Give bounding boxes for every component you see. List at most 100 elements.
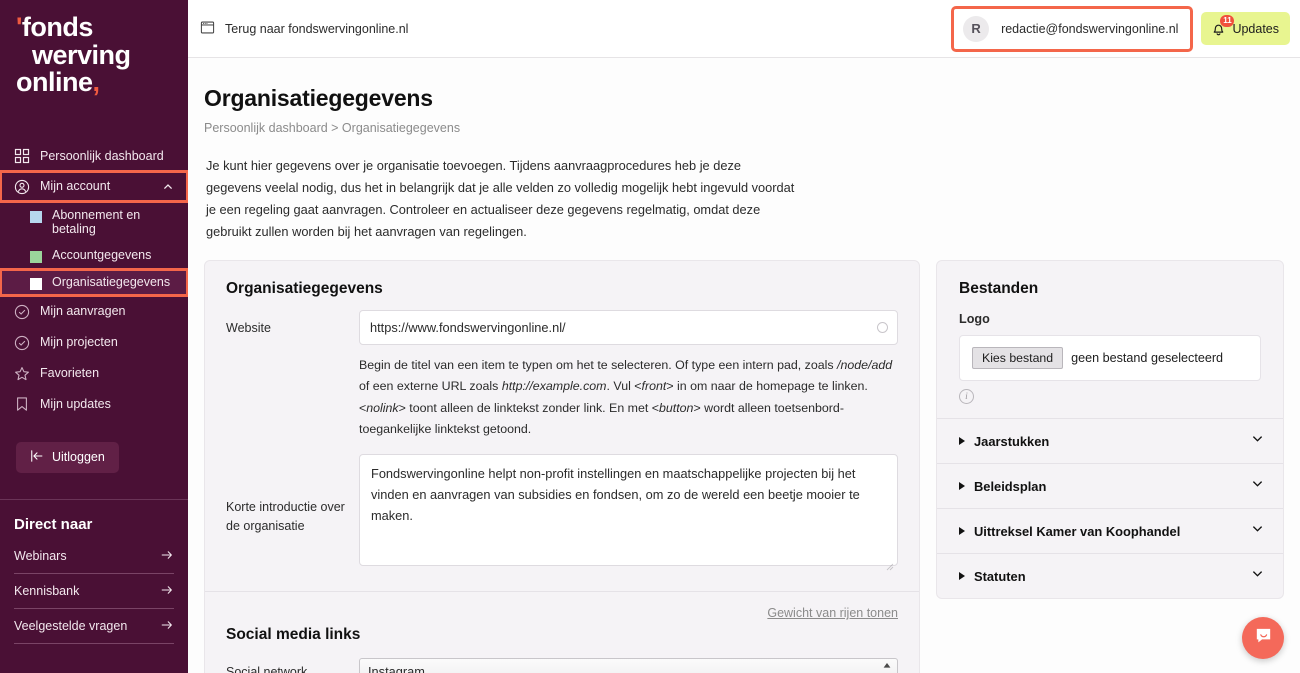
- organisatiegegevens-card: Organisatiegegevens Website Begin de tit…: [204, 260, 920, 673]
- sidebar-item-mijn-account[interactable]: Mijn account: [0, 170, 188, 204]
- social-section-title: Social media links: [226, 626, 361, 644]
- page-intro-text: Je kunt hier gegevens over je organisati…: [206, 158, 795, 239]
- direct-link-webinars[interactable]: Webinars: [14, 539, 174, 574]
- info-icon[interactable]: i: [959, 389, 974, 404]
- help-em-4: nolink: [366, 400, 399, 415]
- direct-link-label: Veelgestelde vragen: [14, 619, 128, 634]
- accordion-uittreksel-kamer-van-koophandel[interactable]: Uittreksel Kamer van Koophandel: [937, 509, 1283, 554]
- help-em-2: http://example.com: [501, 379, 607, 394]
- logo-label: Logo: [959, 312, 990, 326]
- triangle-right-icon: [959, 482, 965, 490]
- top-header: Terug naar fondswervingonline.nl R redac…: [188, 0, 1300, 58]
- logo-line-3: online,: [16, 67, 101, 98]
- chat-bubble-icon: [1253, 625, 1274, 651]
- social-network-control: Instagram: [359, 658, 898, 673]
- intro-field-row: Korte introductie over de organisatie Fo…: [205, 440, 919, 571]
- account-email: redactie@fondswervingonline.nl: [1001, 21, 1179, 36]
- grid-icon: [14, 148, 30, 164]
- sidebar-item-favorieten[interactable]: Favorieten: [0, 358, 188, 389]
- right-column: Bestanden Logo Kies bestand geen bestand…: [936, 260, 1284, 599]
- arrow-right-icon: [160, 548, 174, 565]
- square-icon: [30, 211, 42, 224]
- chevron-down-icon: [1250, 521, 1265, 541]
- no-file-selected-label: geen bestand geselecteerd: [1071, 351, 1224, 365]
- updates-label: Updates: [1232, 21, 1279, 36]
- help-em-5: button: [658, 400, 694, 415]
- bell-icon: 11: [1210, 15, 1235, 37]
- check-circle-icon: [14, 335, 30, 351]
- direct-naar-heading: Direct naar: [14, 515, 93, 533]
- check-circle-icon: [14, 304, 30, 320]
- show-row-weights-link[interactable]: Gewicht van rijen tonen: [205, 592, 919, 620]
- sidebar-subitem-organisatiegegevens[interactable]: Organisatiegegevens: [0, 268, 188, 298]
- user-circle-icon: [14, 179, 30, 195]
- logo-line-1: 'fonds: [16, 12, 93, 42]
- accordion-beleidsplan[interactable]: Beleidsplan: [937, 464, 1283, 509]
- updates-button[interactable]: 11 Updates: [1201, 12, 1290, 45]
- window-icon: [200, 20, 215, 38]
- chat-widget-button[interactable]: [1242, 617, 1284, 659]
- logout-button[interactable]: Uitloggen: [16, 441, 119, 473]
- direct-link-label: Kennisbank: [14, 584, 80, 599]
- triangle-right-icon: [959, 572, 965, 580]
- avatar: R: [963, 15, 990, 42]
- sidebar-item-mijn-updates[interactable]: Mijn updates: [0, 389, 188, 420]
- chevron-down-icon: [1250, 476, 1265, 496]
- account-button[interactable]: R redactie@fondswervingonline.nl: [951, 5, 1194, 52]
- website-label: Website: [226, 321, 271, 335]
- sidebar-subitem-label: Abonnement en betaling: [52, 208, 141, 237]
- website-input[interactable]: [359, 310, 898, 345]
- content-columns: Organisatiegegevens Website Begin de tit…: [188, 243, 1300, 673]
- sidebar-item-persoonlijk-dashboard[interactable]: Persoonlijk dashboard: [0, 141, 188, 172]
- resize-handle[interactable]: [886, 558, 894, 571]
- website-control: Begin de titel van een item te typen om …: [359, 310, 898, 440]
- triangle-right-icon: [959, 527, 965, 535]
- logo-file-input[interactable]: Kies bestand geen bestand geselecteerd: [959, 335, 1261, 381]
- sidebar-subitem-accountgegevens[interactable]: Accountgegevens: [0, 242, 188, 269]
- help-em-3: front: [641, 379, 667, 394]
- sidebar-item-label: Favorieten: [40, 366, 100, 381]
- logo-comma-icon: ,: [92, 67, 101, 98]
- page-title: Organisatiegegevens: [204, 85, 433, 111]
- sidebar-item-label: Mijn updates: [40, 396, 111, 411]
- accordion-label: Uittreksel Kamer van Koophandel: [974, 523, 1181, 539]
- website-field-row: Website Begin de titel van een item te t…: [205, 298, 919, 440]
- logout-label: Uitloggen: [52, 450, 105, 465]
- direct-link-label: Webinars: [14, 549, 67, 564]
- logo-line-2: werving: [32, 39, 131, 70]
- help-em-1: /node/add: [837, 358, 893, 372]
- square-icon: [30, 278, 42, 291]
- back-to-site-link[interactable]: Terug naar fondswervingonline.nl: [200, 20, 408, 38]
- social-network-select[interactable]: Instagram: [359, 658, 898, 673]
- accordion-jaarstukken[interactable]: Jaarstukken: [937, 419, 1283, 464]
- sidebar-nav: Persoonlijk dashboard Mijn account Abonn…: [0, 141, 188, 473]
- accordion-label: Beleidsplan: [974, 478, 1047, 494]
- logout-icon: [30, 449, 44, 466]
- sidebar-subitem-abonnement-en-betaling[interactable]: Abonnement en betaling: [0, 202, 188, 242]
- arrow-right-icon: [160, 583, 174, 600]
- autocomplete-icon: [877, 322, 888, 333]
- sidebar-item-label: Mijn aanvragen: [40, 304, 126, 319]
- sidebar-subitem-label: Accountgegevens: [52, 248, 152, 263]
- direct-link-veelgestelde-vragen[interactable]: Veelgestelde vragen: [14, 609, 174, 644]
- main-content: Organisatiegegevens Persoonlijk dashboar…: [188, 58, 1300, 673]
- sidebar-subitem-label: Organisatiegegevens: [52, 275, 171, 290]
- choose-file-button[interactable]: Kies bestand: [972, 347, 1064, 369]
- sidebar-item-label: Persoonlijk dashboard: [40, 148, 164, 163]
- accordion-statuten[interactable]: Statuten: [937, 554, 1283, 598]
- card-title: Organisatiegegevens: [226, 280, 383, 297]
- arrow-right-icon: [160, 618, 174, 635]
- square-icon: [30, 251, 42, 264]
- brand-logo[interactable]: 'fonds werving online,: [0, 0, 188, 97]
- sidebar: 'fonds werving online, Persoonlijk dashb…: [0, 0, 188, 673]
- direct-link-kennisbank[interactable]: Kennisbank: [14, 574, 174, 609]
- sidebar-item-mijn-projecten[interactable]: Mijn projecten: [0, 327, 188, 358]
- files-title: Bestanden: [959, 280, 1039, 297]
- intro-textarea[interactable]: Fondswervingonline helpt non-profit inst…: [359, 454, 898, 567]
- chevron-down-icon: [1250, 566, 1265, 586]
- bookmark-icon: [14, 396, 30, 412]
- triangle-right-icon: [959, 437, 965, 445]
- sidebar-item-mijn-aanvragen[interactable]: Mijn aanvragen: [0, 296, 188, 327]
- help-seg-3: . Vul <: [606, 379, 642, 394]
- sidebar-item-label: Mijn projecten: [40, 335, 118, 350]
